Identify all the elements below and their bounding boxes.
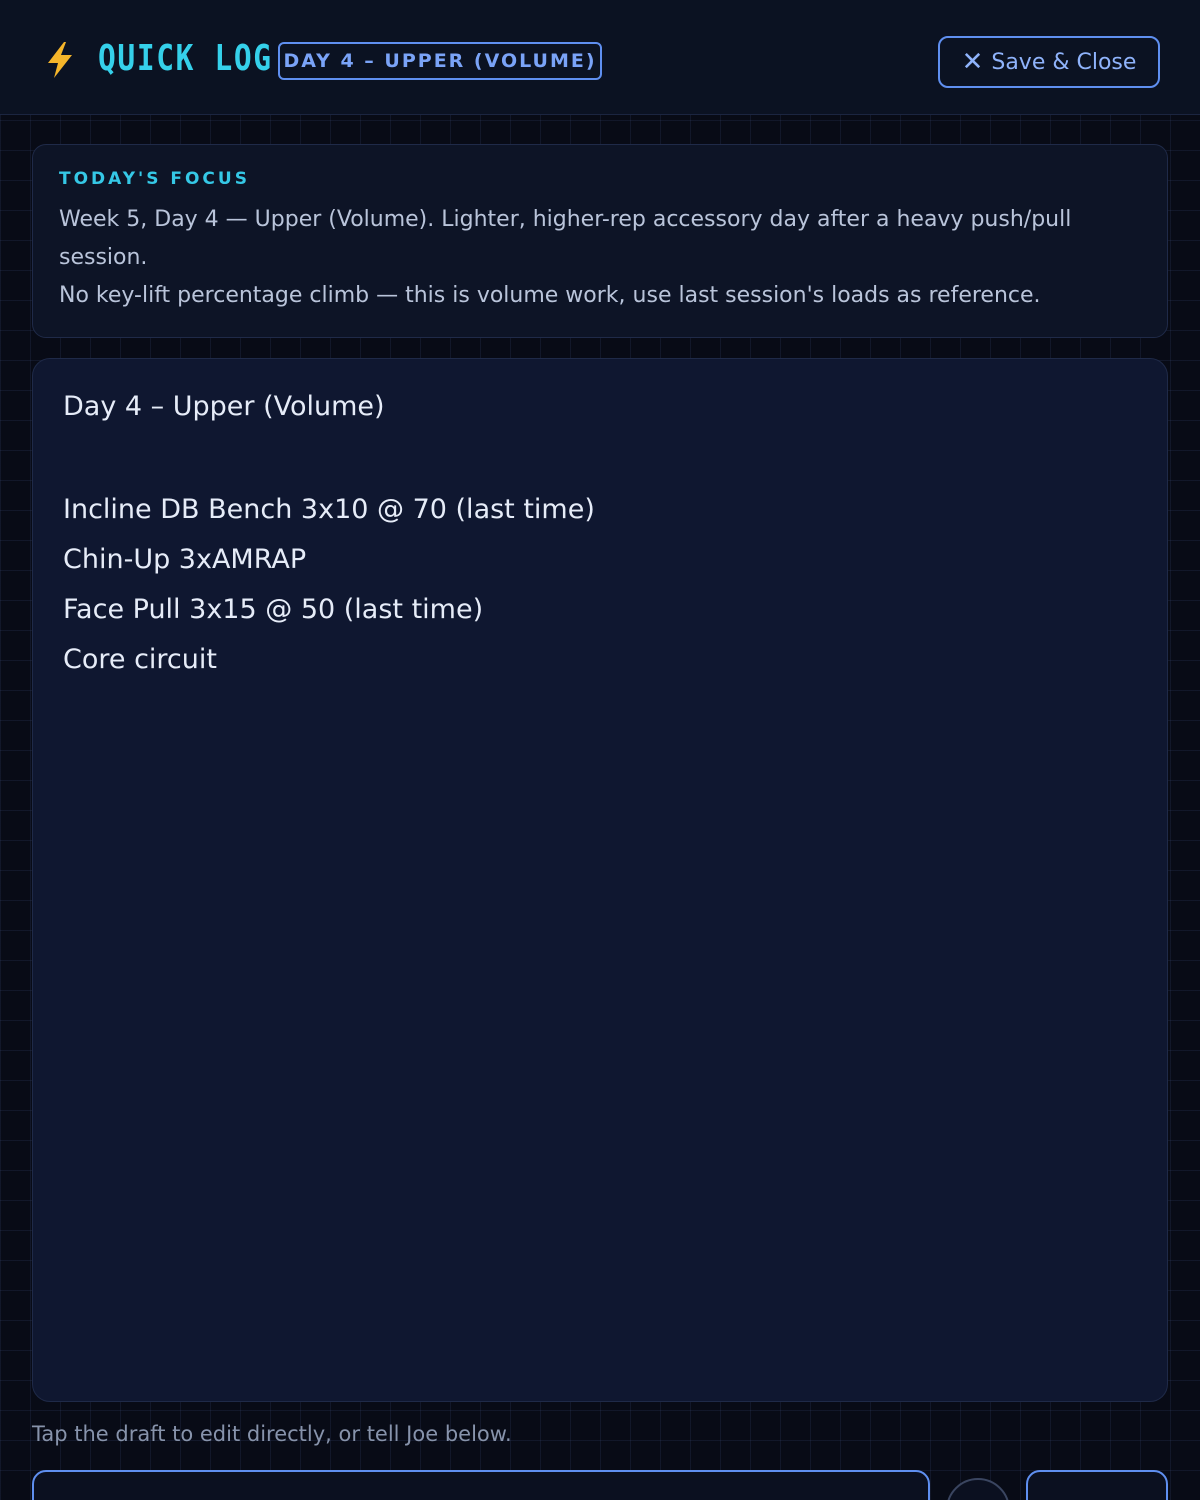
send-button[interactable] (1026, 1470, 1168, 1500)
day-badge: DAY 4 – UPPER (VOLUME) (278, 42, 602, 80)
chat-input[interactable] (32, 1470, 930, 1500)
draft-exercise-line: Face Pull 3x15 @ 50 (last time) (63, 594, 484, 625)
draft-exercise-line: Incline DB Bench 3x10 @ 70 (last time) (63, 494, 595, 525)
app-title: QUICK LOG (98, 38, 273, 79)
focus-text: Week 5, Day 4 — Upper (Volume). Lighter,… (59, 201, 1141, 315)
close-icon: ✕ (961, 47, 984, 77)
draft-exercise-line: Chin-Up 3xAMRAP (63, 544, 307, 575)
workout-draft-editor[interactable]: Day 4 – Upper (Volume) Incline DB Bench … (32, 358, 1168, 1402)
save-and-close-button[interactable]: ✕ Save & Close (938, 36, 1160, 88)
draft-exercise-line: Core circuit (63, 644, 217, 675)
draft-exercise-list: Incline DB Bench 3x10 @ 70 (last time) C… (63, 485, 1137, 685)
focus-line-2: No key-lift percentage climb — this is v… (59, 283, 1041, 308)
lightning-bolt-icon (48, 42, 72, 78)
app-header: QUICK LOG DAY 4 – UPPER (VOLUME) ✕ Save … (0, 0, 1200, 115)
draft-title: Day 4 – Upper (Volume) (63, 391, 385, 422)
todays-focus-card: TODAY'S FOCUS Week 5, Day 4 — Upper (Vol… (32, 144, 1168, 338)
edit-hint: Tap the draft to edit directly, or tell … (32, 1422, 512, 1446)
mic-button[interactable] (946, 1478, 1010, 1500)
focus-label: TODAY'S FOCUS (59, 169, 250, 189)
focus-line-1: Week 5, Day 4 — Upper (Volume). Lighter,… (59, 207, 1072, 270)
save-and-close-label: Save & Close (991, 49, 1137, 75)
